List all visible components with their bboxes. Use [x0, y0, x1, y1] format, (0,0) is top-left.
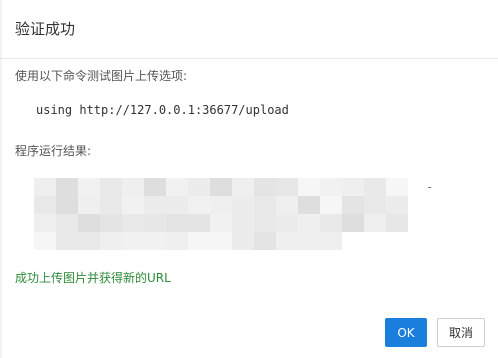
result-output-tail: -	[426, 180, 434, 194]
success-message: 成功上传图片并获得新的URL	[15, 271, 171, 285]
command-text: using http://127.0.0.1:36677/upload	[36, 103, 289, 117]
mosaic-cell	[276, 178, 298, 196]
mosaic-cell	[144, 232, 166, 250]
mosaic-cell	[78, 196, 100, 214]
mosaic-cell	[342, 214, 364, 232]
mosaic-cell	[100, 178, 122, 196]
mosaic-cell	[298, 178, 320, 196]
mosaic-cell	[188, 232, 210, 250]
mosaic-cell	[56, 214, 78, 232]
dialog-footer: OK 取消	[385, 318, 485, 347]
mosaic-cell	[122, 196, 144, 214]
mosaic-cell	[320, 214, 342, 232]
mosaic-cell	[276, 232, 298, 250]
mosaic-cell	[386, 214, 408, 232]
mosaic-cell	[320, 232, 342, 250]
cancel-button[interactable]: 取消	[437, 318, 485, 347]
mosaic-cell	[78, 214, 100, 232]
mosaic-cell	[78, 178, 100, 196]
mosaic-cell	[34, 214, 56, 232]
mosaic-cell	[364, 178, 386, 196]
mosaic-cell	[210, 232, 232, 250]
mosaic-cell	[166, 178, 188, 196]
mosaic-cell	[188, 196, 210, 214]
dialog-title: 验证成功	[15, 20, 76, 38]
mosaic-cell	[364, 214, 386, 232]
dialog-header: 验证成功	[0, 0, 498, 59]
mosaic-cell	[276, 196, 298, 214]
mosaic-cell	[298, 214, 320, 232]
mosaic-cell	[320, 196, 342, 214]
mosaic-cell	[254, 178, 276, 196]
mosaic-cell	[188, 178, 210, 196]
mosaic-cell	[342, 196, 364, 214]
result-output-redacted: -	[34, 178, 444, 250]
mosaic-cell	[210, 196, 232, 214]
mosaic-cell	[364, 196, 386, 214]
instruction-text: 使用以下命令测试图片上传选项:	[15, 69, 188, 83]
mosaic-cell	[56, 178, 78, 196]
mosaic-cell	[144, 196, 166, 214]
redaction-mosaic	[34, 178, 444, 250]
mosaic-cell	[254, 232, 276, 250]
mosaic-cell	[166, 214, 188, 232]
mosaic-cell	[276, 214, 298, 232]
mosaic-cell	[100, 196, 122, 214]
mosaic-cell	[144, 178, 166, 196]
mosaic-cell	[232, 196, 254, 214]
result-label: 程序运行结果:	[15, 144, 92, 158]
mosaic-cell	[122, 214, 144, 232]
mosaic-cell	[232, 232, 254, 250]
mosaic-cell	[386, 196, 408, 214]
mosaic-cell	[78, 232, 100, 250]
mosaic-cell	[232, 214, 254, 232]
mosaic-cell	[254, 214, 276, 232]
mosaic-cell	[34, 232, 56, 250]
mosaic-cell	[166, 232, 188, 250]
mosaic-cell	[34, 178, 56, 196]
mosaic-cell	[166, 196, 188, 214]
mosaic-cell	[254, 196, 276, 214]
mosaic-cell	[144, 214, 166, 232]
mosaic-cell	[34, 196, 56, 214]
mosaic-cell	[298, 232, 320, 250]
mosaic-cell	[56, 232, 78, 250]
mosaic-cell	[100, 214, 122, 232]
mosaic-cell	[100, 232, 122, 250]
mosaic-cell	[210, 214, 232, 232]
mosaic-cell	[122, 178, 144, 196]
mosaic-cell	[320, 178, 342, 196]
mosaic-cell	[210, 178, 232, 196]
mosaic-cell	[298, 196, 320, 214]
ok-button[interactable]: OK	[385, 318, 427, 347]
mosaic-cell	[188, 214, 210, 232]
mosaic-cell	[342, 178, 364, 196]
mosaic-cell	[56, 196, 78, 214]
verification-dialog: 验证成功 使用以下命令测试图片上传选项: using http://127.0.…	[0, 0, 498, 358]
mosaic-cell	[232, 178, 254, 196]
mosaic-cell	[122, 232, 144, 250]
mosaic-cell	[386, 178, 408, 196]
